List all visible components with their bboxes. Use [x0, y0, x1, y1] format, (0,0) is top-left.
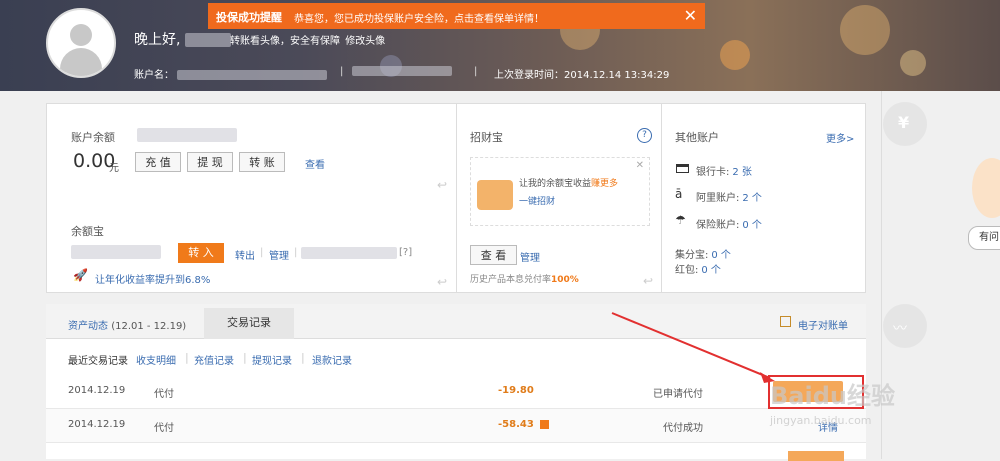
watermark: Baidu经验 [770, 382, 895, 410]
watermark-url: jingyan.baidu.com [770, 414, 872, 427]
